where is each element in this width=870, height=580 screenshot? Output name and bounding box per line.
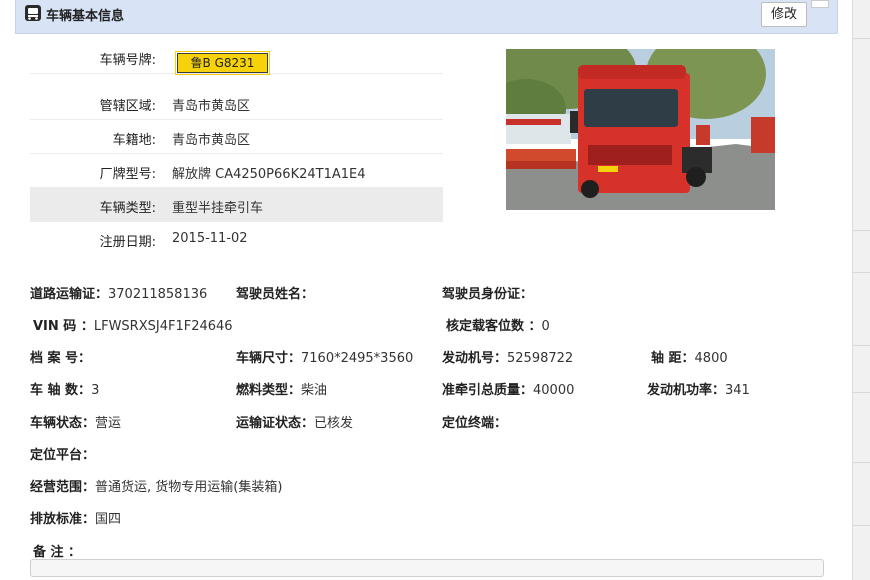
emission-standard-label: 排放标准： [30,512,96,527]
license-plate: 鲁B G8231 [175,51,270,75]
dimensions-value: 7160*2495*3560 [301,351,414,366]
fuel-type: 燃料类型：柴油 [236,379,327,398]
engine-no: 发动机号：52598722 [442,347,573,366]
engine-power-label: 发动机功率： [647,383,726,398]
axles: 车 轴 数：3 [30,379,99,398]
business-scope-value: 普通货运, 货物专用运输(集装箱) [95,480,283,495]
corner-box[interactable] [811,0,829,8]
vehicle-type-value: 重型半挂牵引车 [172,201,264,216]
remark: 备 注 ： [33,541,81,560]
driver-name: 驾驶员姓名： [236,283,314,302]
registration-place-value: 青岛市黄岛区 [172,133,251,148]
vehicle-photo [506,49,775,210]
register-date-value: 2015-11-02 [172,231,248,246]
wheelbase-label: 轴 距： [651,351,695,366]
axles-label: 车 轴 数： [30,383,92,398]
tow-mass-label: 准牵引总质量： [442,383,534,398]
truck-icon [25,5,41,21]
registration-place-label: 车籍地: [112,133,156,148]
vin: VIN 码 ：LFWSRXSJ4F1F24646 [33,315,233,334]
row-registration-place: 车籍地: 青岛市黄岛区 [30,120,443,154]
archive-no: 档 案 号： [30,347,91,366]
tow-mass: 准牵引总质量：40000 [442,379,574,398]
edit-button[interactable]: 修改 [761,2,807,27]
fuel-type-value: 柴油 [301,383,328,398]
gps-terminal-label: 定位终端： [442,416,508,431]
row-model: 厂牌型号: 解放牌 CA4250P66K24T1A1E4 [30,154,443,188]
business-scope: 经营范围：普通货运, 货物专用运输(集装箱) [30,476,282,495]
row-jurisdiction: 管辖区域: 青岛市黄岛区 [30,86,443,120]
gps-platform-label: 定位平台： [30,448,96,463]
seats-label: 核定载客位数 ： [446,319,542,334]
permit-status: 运输证状态：已核发 [236,412,353,431]
panel-title: 车辆基本信息 [46,9,125,24]
road-permit-value: 370211858136 [108,287,208,302]
driver-id-label: 驾驶员身份证： [442,287,534,302]
gps-platform: 定位平台： [30,444,95,463]
road-permit: 道路运输证：370211858136 [30,283,207,302]
panel-header: 车辆基本信息 [15,0,838,34]
business-scope-label: 经营范围： [30,480,96,495]
tow-mass-value: 40000 [533,383,575,398]
vehicle-type-label: 车辆类型: [99,201,156,216]
engine-no-value: 52598722 [507,351,574,366]
gps-terminal: 定位终端： [442,412,507,431]
row-register-date: 注册日期: 2015-11-02 [30,222,443,256]
permit-status-label: 运输证状态： [236,416,315,431]
jurisdiction-label: 管辖区域: [99,99,156,114]
engine-no-label: 发动机号： [442,351,508,366]
driver-id: 驾驶员身份证： [442,283,533,302]
permit-status-value: 已核发 [314,416,354,431]
remark-label: 备 注 ： [33,545,82,560]
fuel-type-label: 燃料类型： [236,383,302,398]
window-right-edge [852,0,870,580]
plate-label: 车辆号牌: [99,53,156,68]
vehicle-status-value: 营运 [95,416,122,431]
vin-label: VIN 码 ： [33,319,94,334]
dimensions: 车辆尺寸：7160*2495*3560 [236,347,413,366]
wheelbase-value: 4800 [694,351,728,366]
vin-value: LFWSRXSJ4F1F24646 [93,319,233,334]
vehicle-status-label: 车辆状态： [30,416,96,431]
road-permit-label: 道路运输证： [30,287,109,302]
vehicle-status: 车辆状态：营运 [30,412,121,431]
seats-value: 0 [541,319,550,334]
driver-name-label: 驾驶员姓名： [236,287,315,302]
model-value: 解放牌 CA4250P66K24T1A1E4 [172,167,366,182]
register-date-label: 注册日期: [99,235,156,250]
axles-value: 3 [91,383,100,398]
wheelbase: 轴 距：4800 [651,347,728,366]
dimensions-label: 车辆尺寸： [236,351,302,366]
model-label: 厂牌型号: [99,167,156,182]
seats: 核定载客位数 ：0 [446,315,550,334]
archive-no-label: 档 案 号： [30,351,92,366]
row-vehicle-type: 车辆类型: 重型半挂牵引车 [30,188,443,222]
remark-textarea[interactable] [30,559,824,577]
jurisdiction-value: 青岛市黄岛区 [172,99,251,114]
emission-standard: 排放标准：国四 [30,508,121,527]
engine-power-value: 341 [725,383,750,398]
engine-power: 发动机功率：341 [647,379,750,398]
emission-standard-value: 国四 [95,512,122,527]
